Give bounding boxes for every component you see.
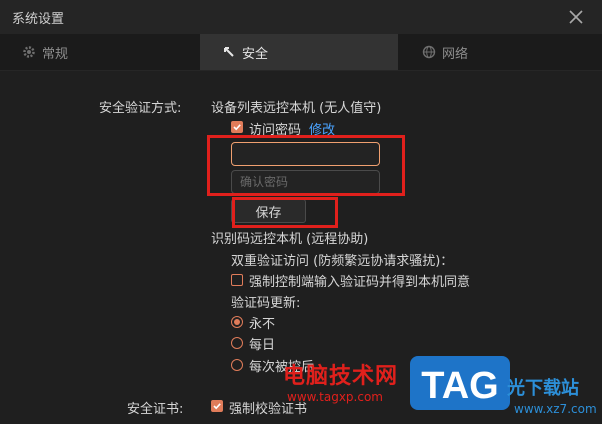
tab-general-label: 常规 — [42, 46, 69, 62]
access-password-checkbox[interactable] — [231, 121, 243, 133]
cert-label: 安全证书: — [127, 402, 184, 417]
tab-network-label: 网络 — [442, 46, 469, 62]
code-update-label: 验证码更新: — [231, 296, 301, 311]
radio-never-label: 永不 — [249, 317, 276, 332]
radio-never[interactable] — [231, 316, 243, 328]
force-verify-label: 强制控制端输入验证码并得到本机同意 — [249, 275, 471, 290]
verification-method-label: 安全验证方式: — [99, 101, 182, 116]
two-factor-label: 双重验证访问 (防频繁远协请求骚扰)： — [231, 254, 454, 269]
watermark-site-url: www.tagxp.com — [287, 390, 383, 404]
gear-icon — [22, 45, 36, 59]
tab-network[interactable]: 网络 — [422, 34, 468, 70]
watermark-site-name: 电脑技术网 — [283, 364, 399, 389]
save-highlight-box — [232, 197, 338, 228]
globe-icon — [422, 45, 436, 59]
force-verify-checkbox[interactable] — [231, 274, 243, 286]
radio-daily[interactable] — [231, 337, 243, 349]
window-title: 系统设置 — [12, 12, 65, 27]
close-icon[interactable] — [566, 7, 586, 27]
watermark-right-url: www.xz7.com — [514, 402, 597, 416]
watermark-tag-logo: TAG — [410, 356, 510, 410]
tab-general[interactable]: 常规 — [22, 34, 68, 70]
password-highlight-box — [207, 135, 405, 196]
watermark-logo-text: TAG — [421, 365, 498, 407]
id-code-heading: 识别码远控本机 (远程协助) — [211, 232, 369, 247]
radio-daily-label: 每日 — [249, 338, 276, 353]
tab-security[interactable]: 安全 — [200, 34, 398, 70]
plug-icon — [222, 45, 236, 59]
device-list-heading: 设备列表远控本机 (无人值守) — [211, 101, 382, 116]
watermark-right-text: 光下载站 — [507, 378, 579, 399]
radio-each-control[interactable] — [231, 359, 243, 371]
tab-security-label: 安全 — [242, 46, 269, 62]
title-bar: 系统设置 — [0, 0, 602, 34]
tab-bar: 常规 安全 网络 — [0, 34, 602, 71]
force-cert-checkbox[interactable] — [211, 400, 223, 412]
